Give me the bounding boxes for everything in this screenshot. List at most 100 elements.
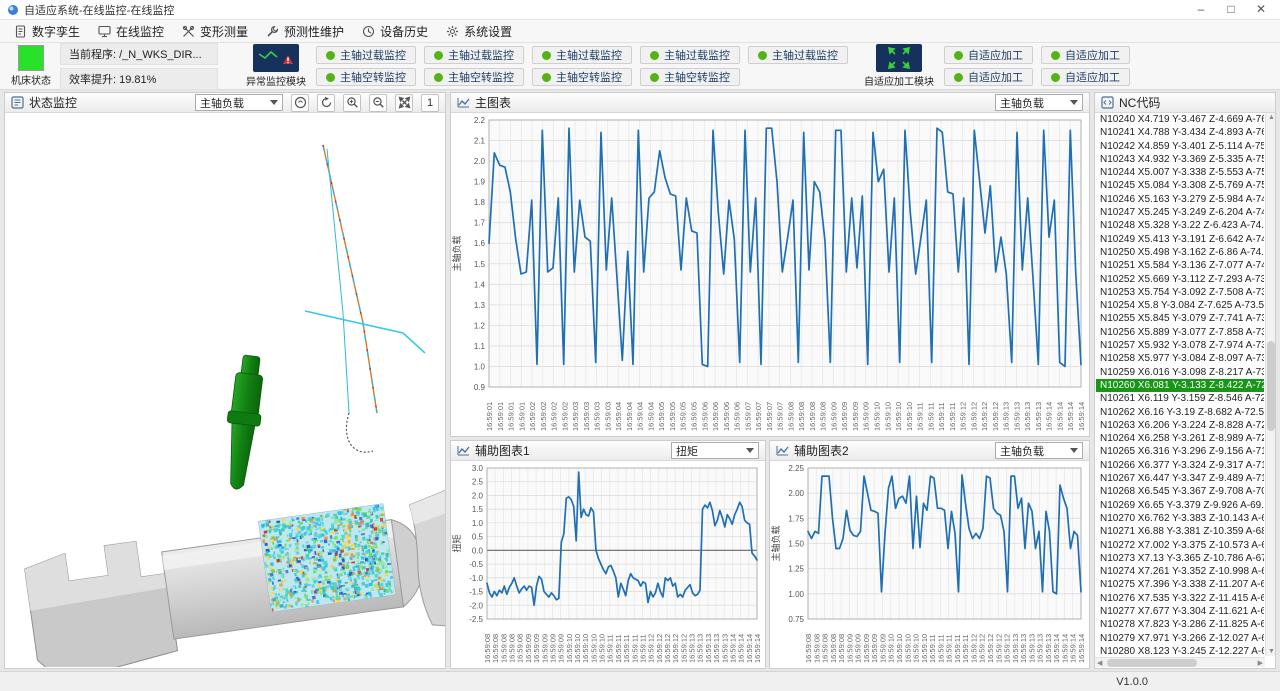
nc-line[interactable]: N10278 X7.823 Y-3.286 Z-11.825 A-63.73 bbox=[1096, 618, 1264, 631]
nc-line[interactable]: N10244 X5.007 Y-3.338 Z-5.553 A-75.297 bbox=[1096, 166, 1264, 179]
scrollbar-thumb[interactable] bbox=[1107, 659, 1197, 667]
svg-text:16:59:12: 16:59:12 bbox=[959, 402, 968, 431]
spindle-overload-monitor-button[interactable]: 主轴过载监控 bbox=[532, 46, 632, 64]
aux-chart1-metric-select[interactable]: 扭矩 bbox=[671, 442, 759, 459]
viewport-metric-select[interactable]: 主轴负载 bbox=[195, 94, 283, 111]
nc-horizontal-scrollbar[interactable]: ◀ ▶ bbox=[1095, 657, 1265, 667]
adaptive-machining-button[interactable]: 自适应加工 bbox=[1041, 68, 1130, 86]
nc-line[interactable]: N10265 X6.316 Y-3.296 Z-9.156 A-71.771 bbox=[1096, 445, 1264, 458]
close-button[interactable]: ✕ bbox=[1246, 0, 1276, 19]
spindle-idle-monitor-button[interactable]: 主轴空转监控 bbox=[424, 68, 524, 86]
viewport-3d[interactable] bbox=[5, 113, 445, 667]
aux-chart2[interactable]: 0.751.001.251.501.752.002.2516:59:0816:5… bbox=[770, 461, 1089, 667]
minimize-button[interactable]: – bbox=[1186, 0, 1216, 19]
scrollbar-thumb[interactable] bbox=[1267, 341, 1275, 431]
zoom-level-value[interactable]: 1 bbox=[421, 94, 439, 112]
nc-line[interactable]: N10251 X5.584 Y-3.136 Z-7.077 A-74.012 bbox=[1096, 259, 1264, 272]
nc-line[interactable]: N10266 X6.377 Y-3.324 Z-9.317 A-71.443 bbox=[1096, 459, 1264, 472]
nc-line[interactable]: N10247 X5.245 Y-3.249 Z-6.204 A-74.701 bbox=[1096, 206, 1264, 219]
zoom-out-button[interactable] bbox=[369, 94, 387, 112]
nc-line[interactable]: N10263 X6.206 Y-3.224 Z-8.828 A-72.33 ( bbox=[1096, 419, 1264, 432]
nc-code-list[interactable]: N10240 X4.719 Y-3.467 Z-4.669 A-76.396N1… bbox=[1096, 113, 1264, 656]
scroll-right-icon[interactable]: ▶ bbox=[1258, 659, 1263, 667]
svg-text:16:59:07: 16:59:07 bbox=[765, 402, 774, 431]
nc-line[interactable]: N10261 X6.119 Y-3.159 Z-8.546 A-72.701 bbox=[1096, 392, 1264, 405]
nc-line[interactable]: N10279 X7.971 Y-3.266 Z-12.027 A-62.98 bbox=[1096, 632, 1264, 645]
nc-vertical-scrollbar[interactable]: ▲ ▼ bbox=[1265, 113, 1275, 656]
button-label: 主轴空转监控 bbox=[664, 69, 730, 85]
gear-icon bbox=[446, 25, 459, 38]
nc-line[interactable]: N10258 X5.977 Y-3.084 Z-8.097 A-73.138 bbox=[1096, 352, 1264, 365]
spindle-idle-monitor-button[interactable]: 主轴空转监控 bbox=[316, 68, 416, 86]
svg-text:16:59:07: 16:59:07 bbox=[743, 402, 752, 431]
nc-line[interactable]: N10257 X5.932 Y-3.078 Z-7.974 A-73.243 bbox=[1096, 339, 1264, 352]
nc-line[interactable]: N10275 X7.396 Y-3.338 Z-11.207 A-65.95 bbox=[1096, 578, 1264, 591]
nc-line[interactable]: N10243 X4.932 Y-3.369 Z-5.335 A-75.523 bbox=[1096, 153, 1264, 166]
adaptive-machining-button[interactable]: 自适应加工 bbox=[1041, 46, 1130, 64]
spindle-overload-monitor-button[interactable]: 主轴过载监控 bbox=[316, 46, 416, 64]
nc-line[interactable]: N10256 X5.889 Y-3.077 Z-7.858 A-73.348 bbox=[1096, 326, 1264, 339]
nc-line-current[interactable]: N10260 X6.081 Y-3.133 Z-8.422 A-72.835 bbox=[1096, 379, 1264, 392]
spindle-idle-monitor-button[interactable]: 主轴空转监控 bbox=[640, 68, 740, 86]
fit-view-button[interactable] bbox=[395, 94, 413, 112]
main-chart-metric-select[interactable]: 主轴负载 bbox=[995, 94, 1083, 111]
spindle-overload-monitor-button[interactable]: 主轴过载监控 bbox=[640, 46, 740, 64]
pan-button[interactable] bbox=[291, 94, 309, 112]
nc-line[interactable]: N10270 X6.762 Y-3.383 Z-10.143 A-69.34 bbox=[1096, 512, 1264, 525]
svg-text:16:59:09: 16:59:09 bbox=[851, 402, 860, 431]
nc-line[interactable]: N10262 X6.16 Y-3.19 Z-8.682 A-72.534 C bbox=[1096, 406, 1264, 419]
adaptive-machining-button[interactable]: 自适应加工 bbox=[944, 46, 1033, 64]
nc-line[interactable]: N10267 X6.447 Y-3.347 Z-9.489 A-71.055 bbox=[1096, 472, 1264, 485]
maximize-button[interactable]: □ bbox=[1216, 0, 1246, 19]
nc-line[interactable]: N10241 X4.788 Y-3.434 Z-4.893 A-76.062 bbox=[1096, 126, 1264, 139]
svg-text:16:59:14: 16:59:14 bbox=[1077, 634, 1086, 663]
aux-chart1[interactable]: -2.5-2.0-1.5-1.0-0.50.00.51.01.52.02.53.… bbox=[451, 461, 765, 667]
svg-text:16:59:05: 16:59:05 bbox=[657, 402, 666, 431]
anomaly-module[interactable]: 异常监控模块 bbox=[246, 44, 306, 88]
nc-line[interactable]: N10242 X4.859 Y-3.401 Z-5.114 A-75.775 bbox=[1096, 140, 1264, 153]
nc-line[interactable]: N10248 X5.328 Y-3.22 Z-6.423 A-74.52 C bbox=[1096, 219, 1264, 232]
nc-line[interactable]: N10273 X7.13 Y-3.365 Z-10.786 A-67.372 bbox=[1096, 552, 1264, 565]
nc-line[interactable]: N10246 X5.163 Y-3.279 Z-5.984 A-74.892 bbox=[1096, 193, 1264, 206]
nc-line[interactable]: N10255 X5.845 Y-3.079 Z-7.741 A-73.458 bbox=[1096, 312, 1264, 325]
nc-line[interactable]: N10276 X7.535 Y-3.322 Z-11.415 A-65.22 bbox=[1096, 592, 1264, 605]
spindle-overload-monitor-button[interactable]: 主轴过载监控 bbox=[424, 46, 524, 64]
scroll-up-icon[interactable]: ▲ bbox=[1268, 114, 1275, 121]
spindle-idle-monitor-button[interactable]: 主轴空转监控 bbox=[532, 68, 632, 86]
scroll-down-icon[interactable]: ▼ bbox=[1268, 648, 1275, 655]
svg-text:16:59:04: 16:59:04 bbox=[625, 402, 634, 431]
zoom-in-button[interactable] bbox=[343, 94, 361, 112]
menu-item-device-history[interactable]: 设备历史 bbox=[354, 21, 438, 42]
menu-item-deformation-measure[interactable]: 变形测量 bbox=[174, 21, 258, 42]
nc-line[interactable]: N10274 X7.261 Y-3.352 Z-10.998 A-66.67 bbox=[1096, 565, 1264, 578]
nc-line[interactable]: N10268 X6.545 Y-3.367 Z-9.708 A-70.519 bbox=[1096, 485, 1264, 498]
aux-chart2-metric-select[interactable]: 主轴负载 bbox=[995, 442, 1083, 459]
menu-item-predictive-maintenance[interactable]: 预测性维护 bbox=[258, 21, 354, 42]
nc-line[interactable]: N10249 X5.413 Y-3.191 Z-6.642 A-74.346 bbox=[1096, 233, 1264, 246]
svg-text:16:59:04: 16:59:04 bbox=[646, 402, 655, 431]
menu-item-digital-twin[interactable]: 数字孪生 bbox=[6, 21, 90, 42]
adaptive-machining-button[interactable]: 自适应加工 bbox=[944, 68, 1033, 86]
nc-line[interactable]: N10254 X5.8 Y-3.084 Z-7.625 A-73.571 C bbox=[1096, 299, 1264, 312]
nc-line[interactable]: N10259 X6.016 Y-3.098 Z-8.217 A-73.036 bbox=[1096, 366, 1264, 379]
menu-item-system-settings[interactable]: 系统设置 bbox=[438, 21, 522, 42]
title-bar: 自适应系统-在线监控-在线监控 – □ ✕ bbox=[0, 0, 1280, 20]
nc-line[interactable]: N10272 X7.002 Y-3.375 Z-10.573 A-68.05 bbox=[1096, 539, 1264, 552]
main-chart[interactable]: 0.91.01.11.21.31.41.51.61.71.81.92.02.12… bbox=[451, 113, 1089, 435]
spindle-overload-monitor-button[interactable]: 主轴过载监控 bbox=[748, 46, 848, 64]
rotate-button[interactable] bbox=[317, 94, 335, 112]
current-program-text: 当前程序: /_N_WKS_DIR... bbox=[60, 43, 218, 65]
nc-line[interactable]: N10245 X5.084 Y-3.308 Z-5.769 A-75.088 bbox=[1096, 179, 1264, 192]
nc-line[interactable]: N10280 X8.123 Y-3.245 Z-12.227 A-62.23 bbox=[1096, 645, 1264, 656]
nc-line[interactable]: N10271 X6.88 Y-3.381 Z-10.359 A-68.711 bbox=[1096, 525, 1264, 538]
nc-line[interactable]: N10253 X5.754 Y-3.092 Z-7.508 A-73.677 bbox=[1096, 286, 1264, 299]
menu-item-online-monitor[interactable]: 在线监控 bbox=[90, 21, 174, 42]
nc-line[interactable]: N10269 X6.65 Y-3.379 Z-9.926 A-69.947 ( bbox=[1096, 499, 1264, 512]
nc-line[interactable]: N10240 X4.719 Y-3.467 Z-4.669 A-76.396 bbox=[1096, 113, 1264, 126]
adaptive-module[interactable]: 自适应加工模块 bbox=[864, 44, 934, 88]
nc-line[interactable]: N10250 X5.498 Y-3.162 Z-6.86 A-74.178 ( bbox=[1096, 246, 1264, 259]
nc-line[interactable]: N10252 X5.669 Y-3.112 Z-7.293 A-73.844 bbox=[1096, 273, 1264, 286]
nc-line[interactable]: N10264 X6.258 Y-3.261 Z-8.989 A-72.072 bbox=[1096, 432, 1264, 445]
nc-line[interactable]: N10277 X7.677 Y-3.304 Z-11.621 A-64.48 bbox=[1096, 605, 1264, 618]
scroll-left-icon[interactable]: ◀ bbox=[1097, 659, 1102, 667]
